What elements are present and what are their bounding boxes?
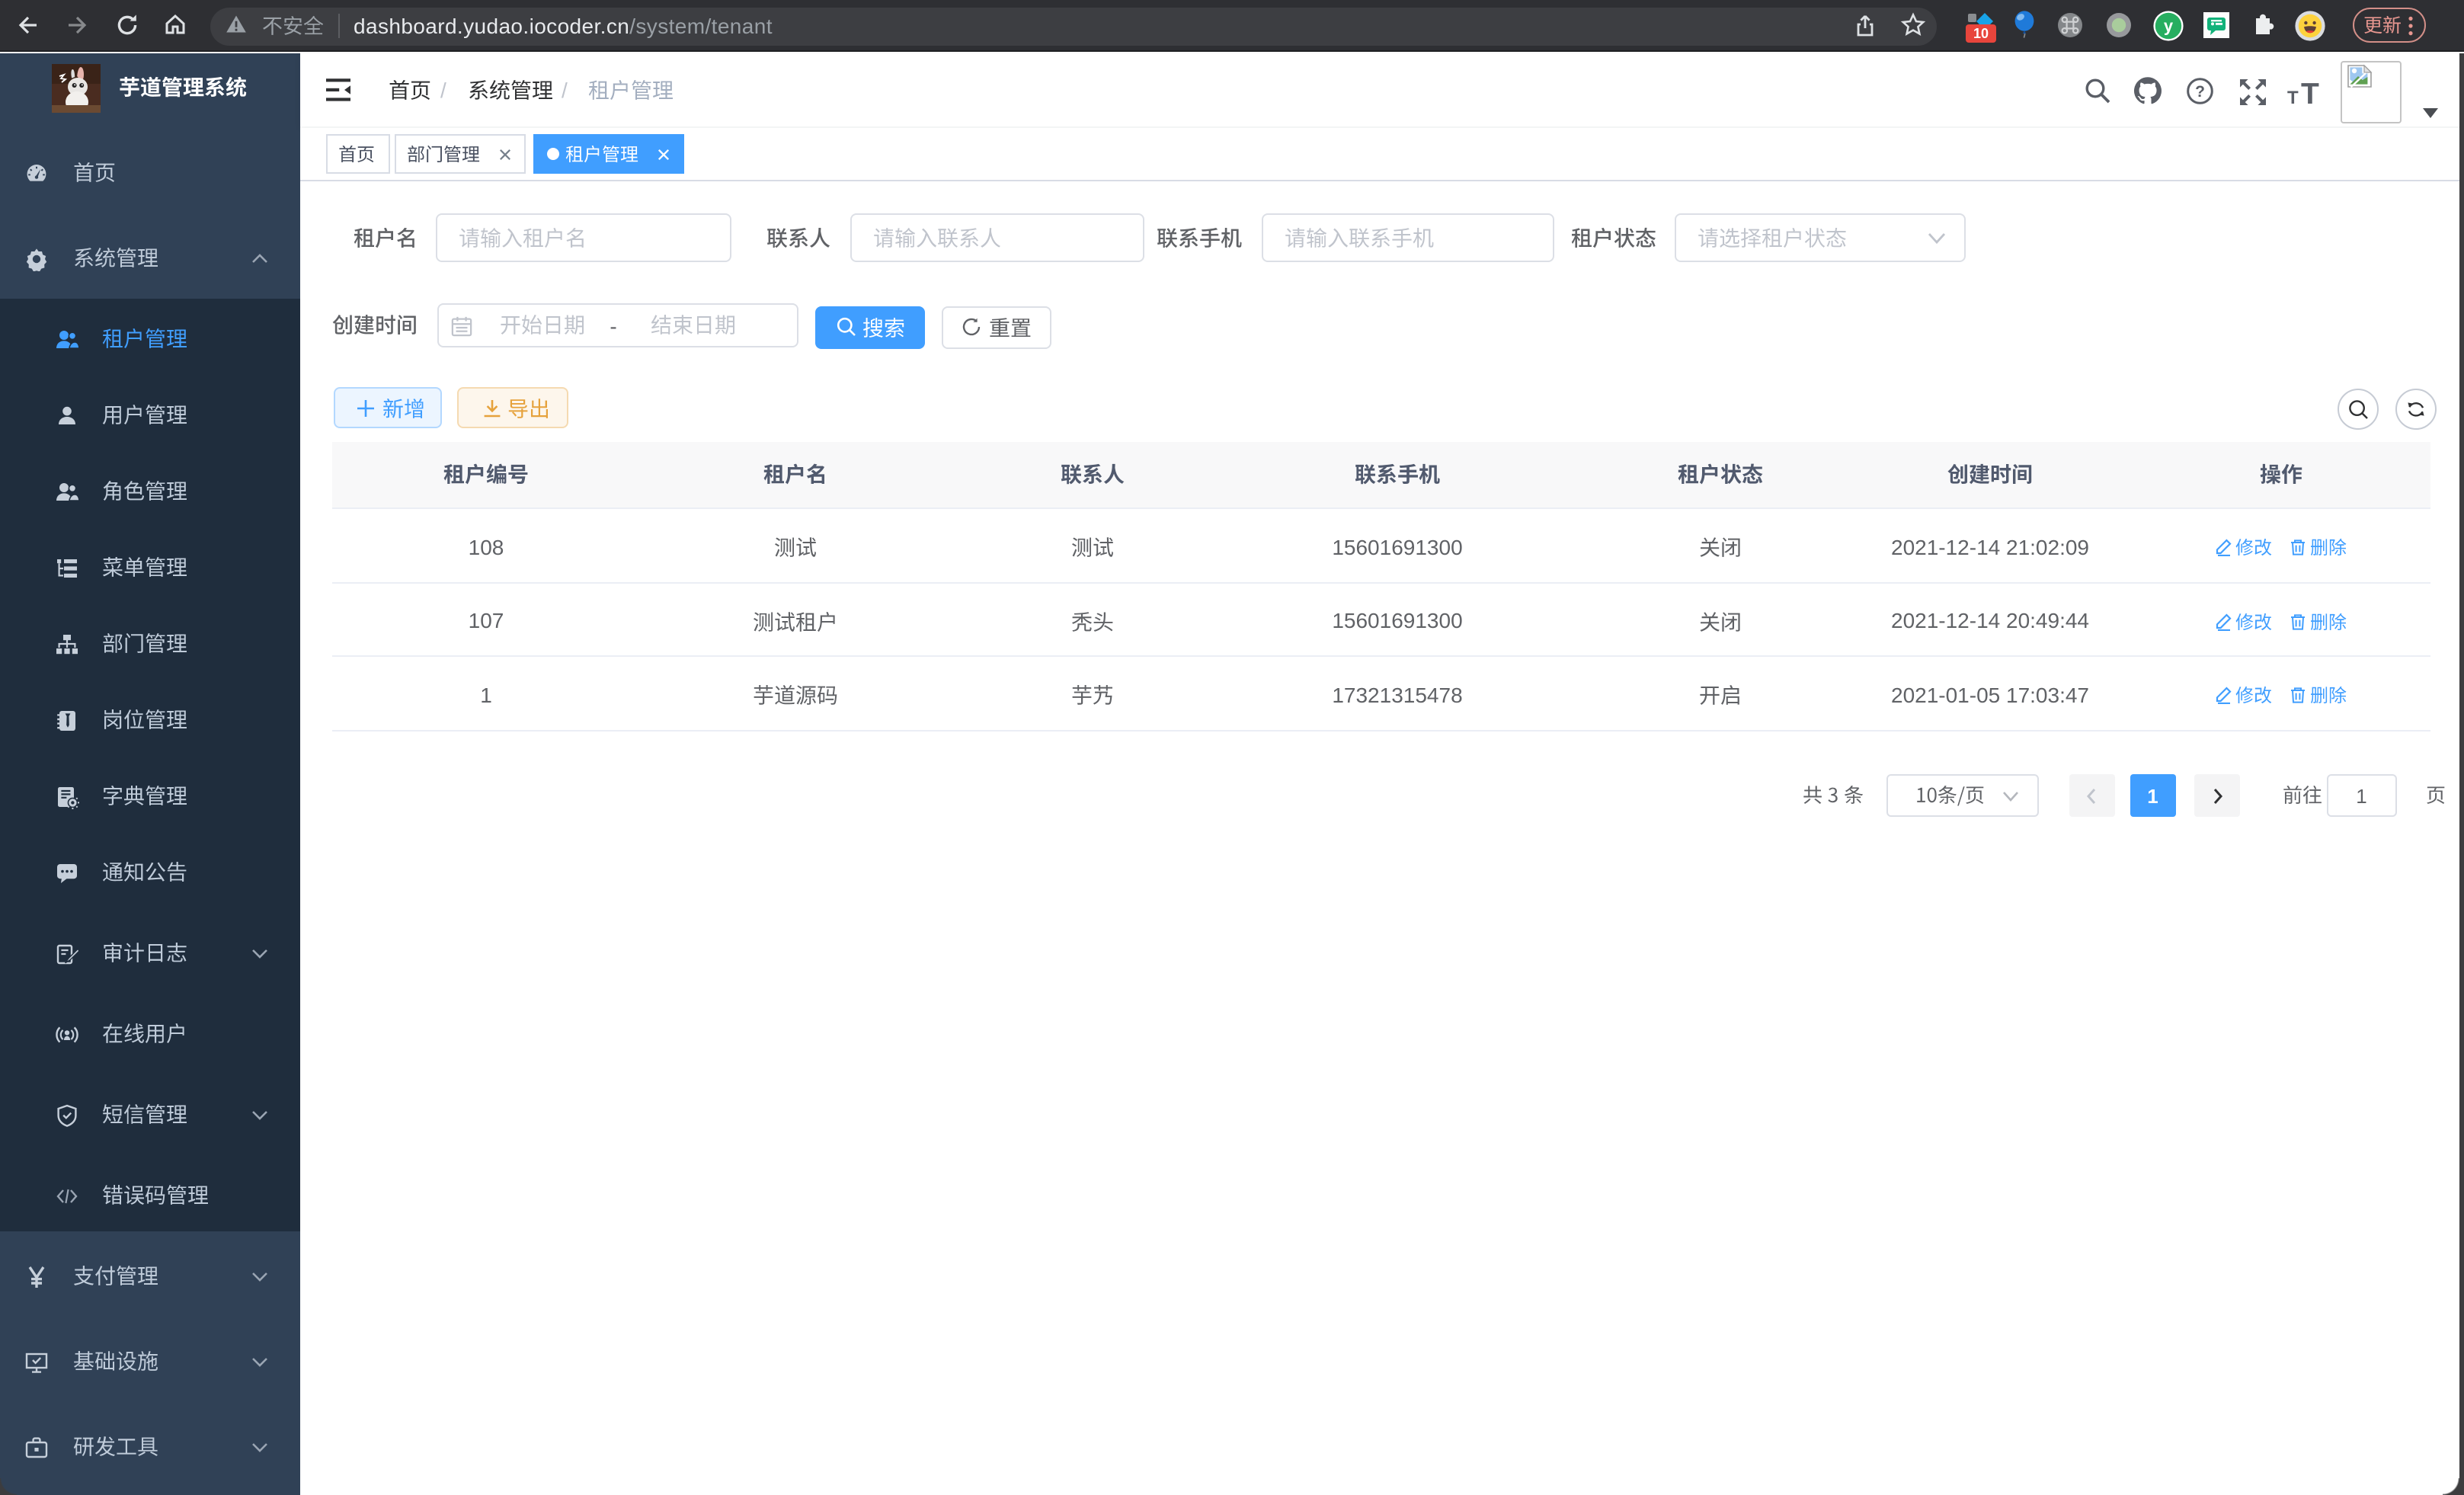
svg-text:T: T bbox=[2301, 77, 2319, 107]
svg-text:T: T bbox=[2287, 87, 2299, 107]
svg-text:y: y bbox=[2164, 16, 2174, 35]
svg-text:?: ? bbox=[2195, 83, 2205, 101]
